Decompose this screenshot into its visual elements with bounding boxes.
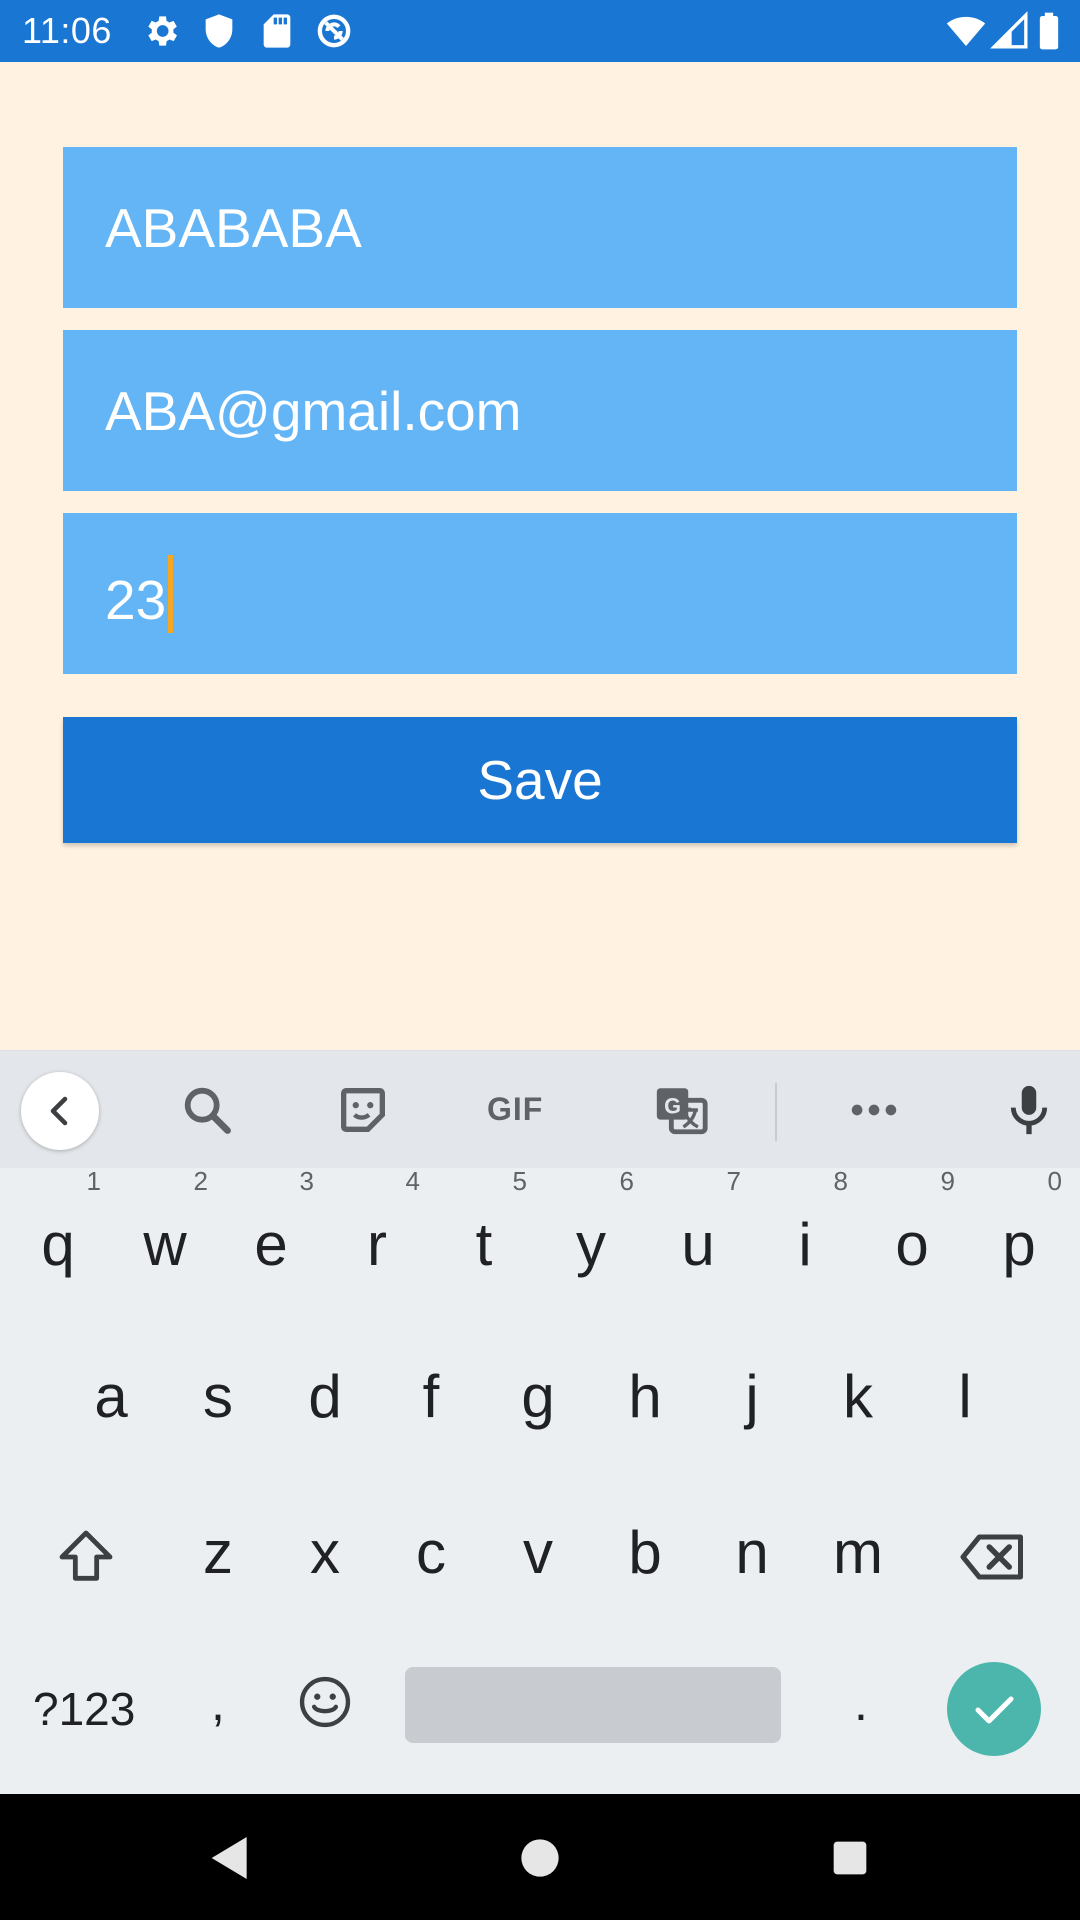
key-s[interactable]: s [173,1362,263,1431]
key-period[interactable]: . [816,1674,906,1732]
shield-icon [199,11,239,51]
svg-text:G: G [664,1094,681,1119]
key-v[interactable]: v [493,1518,583,1587]
key-comma[interactable]: , [173,1674,263,1732]
key-k[interactable]: k [813,1362,903,1431]
key-w[interactable]: w2 [120,1166,210,1279]
search-icon[interactable] [178,1081,236,1139]
key-f[interactable]: f [386,1362,476,1431]
signal-icon [990,11,1030,51]
sync-icon [314,11,354,51]
key-h[interactable]: h [600,1362,690,1431]
enter-key[interactable] [947,1662,1041,1756]
keyboard-toolbar: GIF G [0,1050,1080,1168]
key-o[interactable]: o9 [867,1166,957,1279]
shift-icon[interactable] [54,1525,118,1589]
key-q[interactable]: q1 [13,1166,103,1279]
key-e[interactable]: e3 [226,1166,316,1279]
key-n[interactable]: n [707,1518,797,1587]
symbols-key[interactable]: ?123 [33,1682,135,1736]
age-field-value: 23 [105,568,167,631]
soft-keyboard: GIF G q1 w2 e3 r4 t5 y6 u7 i8 o9 p0 a s … [0,1050,1080,1794]
save-button[interactable]: Save [63,717,1017,843]
back-chevron-icon[interactable] [21,1072,99,1150]
gif-button[interactable]: GIF [487,1091,543,1128]
more-icon[interactable] [845,1081,903,1139]
key-m[interactable]: m [813,1518,903,1587]
battery-icon [1034,11,1064,51]
status-time: 11:06 [22,10,112,51]
sticker-icon[interactable] [334,1081,392,1139]
key-l[interactable]: l [920,1362,1010,1431]
text-cursor [168,554,174,633]
key-j[interactable]: j [707,1362,797,1431]
key-g[interactable]: g [493,1362,583,1431]
key-z[interactable]: z [173,1518,263,1587]
key-x[interactable]: x [280,1518,370,1587]
emoji-icon[interactable] [296,1673,354,1731]
key-d[interactable]: d [280,1362,370,1431]
key-b[interactable]: b [600,1518,690,1587]
key-u[interactable]: u7 [653,1166,743,1279]
name-field-value: ABABABA [105,196,362,259]
status-bar: 11:06 [0,0,1080,62]
checkmark-icon [975,1696,1014,1724]
age-field[interactable]: 23 [63,513,1017,674]
home-icon[interactable] [512,1830,568,1886]
key-r[interactable]: r4 [332,1166,422,1279]
mic-icon[interactable] [1000,1081,1058,1139]
name-field[interactable]: ABABABA [63,147,1017,308]
settings-icon [141,11,181,51]
back-icon[interactable] [200,1830,256,1886]
navigation-bar [0,1794,1080,1920]
key-a[interactable]: a [66,1362,156,1431]
email-field-value: ABA@gmail.com [105,379,522,442]
sd-card-icon [257,11,297,51]
space-bar[interactable] [405,1667,781,1743]
recents-icon[interactable] [822,1830,878,1886]
email-field[interactable]: ABA@gmail.com [63,330,1017,491]
key-i[interactable]: i8 [760,1166,850,1279]
key-p[interactable]: p0 [974,1166,1064,1279]
key-t[interactable]: t5 [439,1166,529,1279]
toolbar-divider [775,1083,777,1141]
key-c[interactable]: c [386,1518,476,1587]
backspace-icon[interactable] [958,1526,1028,1588]
key-y[interactable]: y6 [546,1166,636,1279]
wifi-icon [944,11,988,51]
translate-icon[interactable]: G [652,1081,710,1139]
